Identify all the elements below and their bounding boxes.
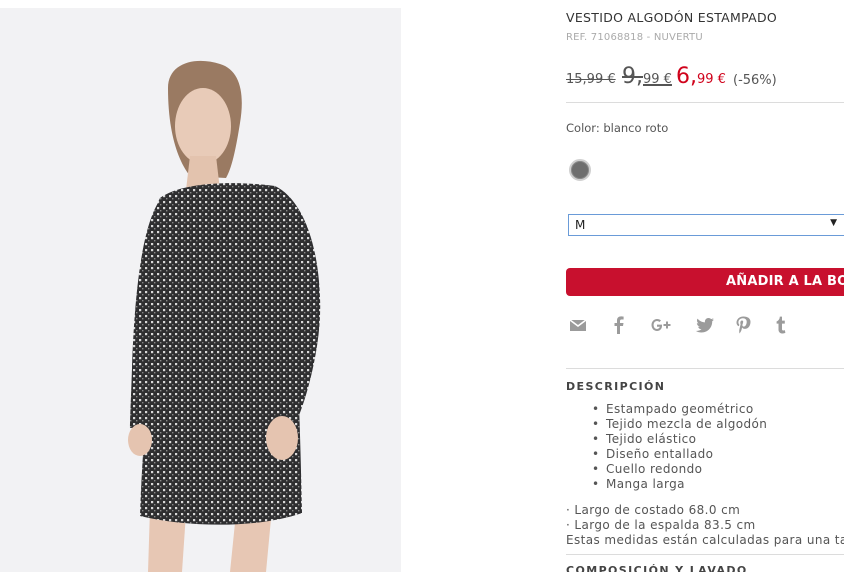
measurements: · Largo de costado 68.0 cm · Largo de la… — [566, 503, 844, 548]
size-select[interactable]: M ▼ — [568, 214, 844, 236]
description-heading: DESCRIPCIÓN — [566, 380, 666, 393]
pinterest-icon[interactable] — [732, 314, 754, 336]
add-to-bag-button[interactable]: AÑADIR A LA BOLSA — [566, 268, 844, 296]
list-item: Tejido mezcla de algodón — [592, 417, 767, 432]
color-swatch[interactable] — [569, 159, 591, 181]
list-item: Estampado geométrico — [592, 402, 767, 417]
original-price: 15,99 € — [566, 72, 616, 87]
divider — [566, 554, 844, 555]
google-plus-icon[interactable] — [648, 314, 674, 336]
measure-back-length: · Largo de la espalda 83.5 cm — [566, 518, 756, 532]
product-title: VESTIDO ALGODÓN ESTAMPADO — [566, 10, 778, 25]
divider — [566, 368, 844, 369]
list-item: Diseño entallado — [592, 447, 767, 462]
list-item: Tejido elástico — [592, 432, 767, 447]
product-reference: REF. 71068818 - NUVERTU — [566, 32, 703, 43]
discount-badge: (-56%) — [733, 73, 777, 88]
product-info-panel: VESTIDO ALGODÓN ESTAMPADO REF. 71068818 … — [566, 0, 844, 572]
facebook-icon[interactable] — [608, 314, 630, 336]
chevron-down-icon: ▼ — [830, 218, 837, 228]
previous-price: 9,99 € — [622, 64, 672, 89]
twitter-icon[interactable] — [694, 314, 716, 336]
color-label: Color: blanco roto — [566, 121, 669, 135]
measure-side-length: · Largo de costado 68.0 cm — [566, 503, 741, 517]
measure-note: Estas medidas están calculadas para una … — [566, 533, 844, 547]
product-photo-illustration — [0, 8, 401, 572]
list-item: Cuello redondo — [592, 462, 767, 477]
list-item: Manga larga — [592, 477, 767, 492]
mail-icon[interactable] — [568, 314, 590, 336]
share-bar — [566, 314, 844, 338]
tumblr-icon[interactable] — [770, 314, 792, 336]
size-select-value: M — [575, 218, 586, 232]
current-price: 6,99 € — [676, 64, 726, 89]
composition-heading[interactable]: COMPOSICIÓN Y LAVADO — [566, 564, 748, 572]
product-image[interactable] — [0, 8, 401, 572]
divider — [566, 102, 844, 103]
description-list: Estampado geométrico Tejido mezcla de al… — [592, 402, 767, 492]
